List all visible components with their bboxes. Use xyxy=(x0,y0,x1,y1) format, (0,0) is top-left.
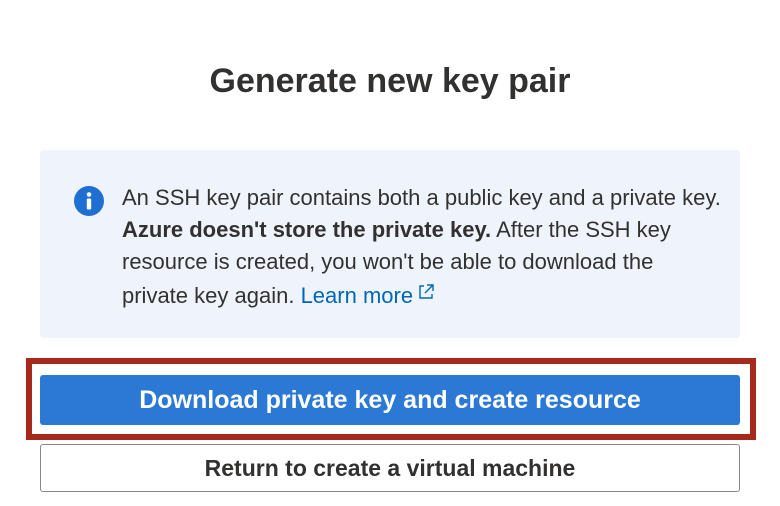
info-icon xyxy=(74,186,104,216)
info-text-intro: An SSH key pair contains both a public k… xyxy=(122,185,721,210)
external-link-icon xyxy=(417,278,435,299)
learn-more-label: Learn more xyxy=(300,283,414,308)
dialog-title: Generate new key pair xyxy=(209,62,571,100)
learn-more-link[interactable]: Learn more xyxy=(301,283,436,308)
generate-key-pair-dialog: Generate new key pair An SSH key pair co… xyxy=(0,0,780,506)
info-message-text: An SSH key pair contains both a public k… xyxy=(122,182,722,312)
info-message-box: An SSH key pair contains both a public k… xyxy=(40,150,740,338)
info-text-warning: Azure doesn't store the private key. xyxy=(122,217,492,242)
download-private-key-button[interactable]: Download private key and create resource xyxy=(40,375,740,425)
return-to-create-vm-button[interactable]: Return to create a virtual machine xyxy=(40,444,740,492)
